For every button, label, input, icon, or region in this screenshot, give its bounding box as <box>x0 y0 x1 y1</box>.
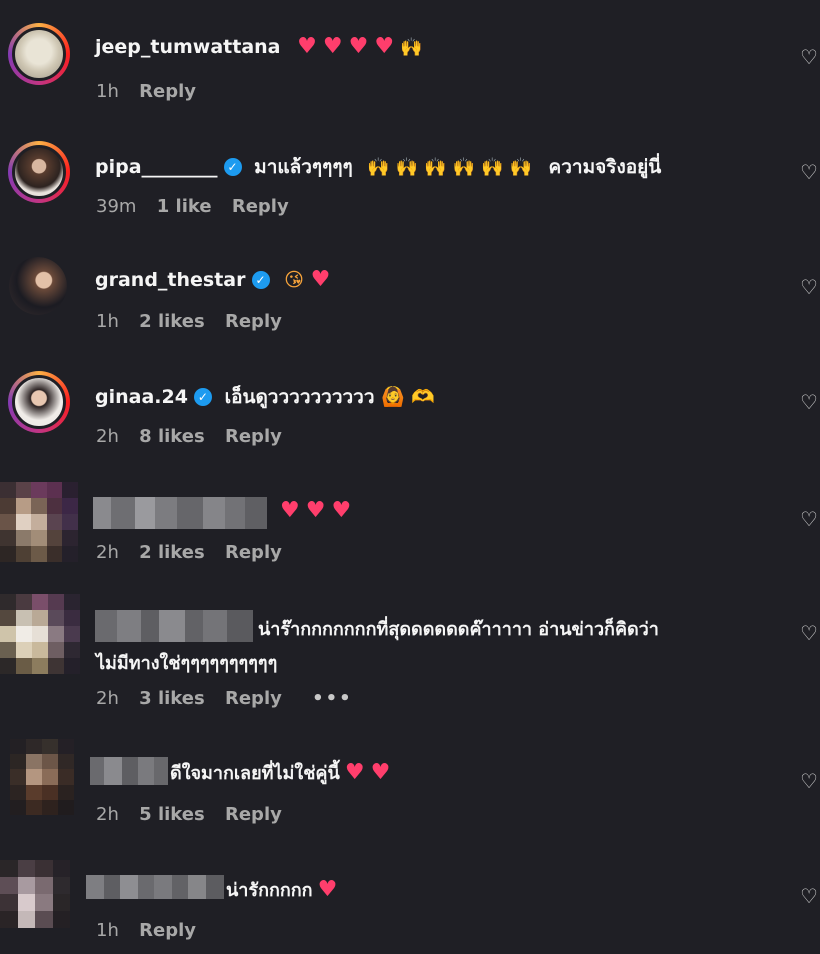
comment-text: ดีใจมากเลยที่ไม่ใช่คู่นี้ <box>170 763 340 784</box>
username[interactable]: ginaa.24 <box>95 386 188 408</box>
heart-outline-icon[interactable]: ♡ <box>798 45 820 69</box>
heart-outline-icon[interactable]: ♡ <box>798 275 820 299</box>
timestamp: 1h <box>96 920 119 941</box>
emoji-group: ♥ ♥ ♥ <box>280 498 357 523</box>
comment-text: มาแล้วๆๆๆๆ <box>254 156 353 178</box>
avatar[interactable] <box>0 482 78 562</box>
comment-meta: 2h 5 likes Reply <box>96 804 296 825</box>
raising-hands-emoji: 🙌 <box>452 157 476 178</box>
username[interactable]: grand_thestar <box>95 269 246 291</box>
verified-badge-icon: ✓ <box>223 158 242 176</box>
timestamp: 2h <box>96 804 119 825</box>
heart-emoji: ♥ <box>280 498 300 523</box>
comment-item: ♥ ♥ ♥ 2h 2 likes Reply ♡ <box>0 460 820 580</box>
comment-meta: 1h Reply <box>96 81 210 102</box>
timestamp: 2h <box>96 688 119 709</box>
avatar[interactable] <box>0 594 80 674</box>
comment-meta: 1h 2 likes Reply <box>96 311 296 332</box>
likes-count[interactable]: 3 likes <box>139 688 205 709</box>
username[interactable]: pipa________ <box>95 156 218 178</box>
heart-outline-icon[interactable]: ♡ <box>798 507 820 531</box>
reply-button[interactable]: Reply <box>225 311 282 332</box>
raising-hands-emoji: 🙌 <box>509 157 532 178</box>
timestamp: 1h <box>96 311 119 332</box>
reply-button[interactable]: Reply <box>225 688 282 709</box>
likes-count[interactable]: 8 likes <box>139 426 205 447</box>
kissing-face-emoji: 😘 <box>284 269 304 291</box>
heart-emoji: ♥ <box>348 34 369 59</box>
comment-text: น่ารักกกกก <box>226 880 313 901</box>
heart-outline-icon[interactable]: ♡ <box>798 621 820 645</box>
reply-button[interactable]: Reply <box>232 196 289 217</box>
avatar[interactable] <box>10 739 74 815</box>
comment-meta: 39m 1 like Reply <box>96 196 303 217</box>
comment-meta: 1h Reply <box>96 920 210 941</box>
heart-emoji: ♥ <box>331 498 352 523</box>
heart-emoji: ♥ <box>297 34 317 59</box>
heart-emoji: ♥ <box>305 498 326 523</box>
heart-outline-icon[interactable]: ♡ <box>798 884 820 908</box>
raising-hands-emoji: 🙌 <box>395 157 419 178</box>
comment-text: น่าร๊ากกกกกกกที่สุดดดดดดค๊าาาาา อ่านข่าว… <box>258 619 659 640</box>
comment-text-line2: ไม่มีทางใช่ๆๆๆๆๆๆๆๆๆๆ <box>96 653 278 674</box>
avatar[interactable] <box>8 23 70 85</box>
avatar[interactable] <box>9 257 67 315</box>
timestamp: 1h <box>96 81 119 102</box>
avatar[interactable] <box>8 141 70 203</box>
comment-item: ดีใจมากเลยที่ไม่ใช่คู่นี้ ♥ ♥ 2h 5 likes … <box>0 725 820 840</box>
avatar[interactable] <box>8 371 70 433</box>
heart-outline-icon[interactable]: ♡ <box>798 160 820 184</box>
raising-hands-emoji: 🙌 <box>367 157 390 178</box>
reply-button[interactable]: Reply <box>225 804 282 825</box>
avatar[interactable] <box>0 860 70 928</box>
likes-count[interactable]: 2 likes <box>139 311 205 332</box>
reply-button[interactable]: Reply <box>225 426 282 447</box>
raising-hands-emoji: 🙌 <box>400 37 423 58</box>
reply-button[interactable]: Reply <box>139 81 196 102</box>
comment-text: ความจริงอยู่นี่ <box>548 156 662 178</box>
comment-item: น่าร๊ากกกกกกกที่สุดดดดดดค๊าาาาา อ่านข่าว… <box>0 580 820 725</box>
more-options-icon[interactable]: ••• <box>312 688 353 709</box>
raising-hands-emoji: 🙌 <box>424 157 447 178</box>
pixelated-username[interactable] <box>90 757 168 785</box>
timestamp: 39m <box>96 196 137 217</box>
heart-outline-icon[interactable]: ♡ <box>798 390 820 414</box>
pixelated-username[interactable] <box>95 610 253 642</box>
comment-item: jeep_tumwattana ♥ ♥ ♥ ♥ 🙌 1h Reply ♡ <box>0 0 820 115</box>
raising-hands-emoji: 🙌 <box>481 157 504 178</box>
reply-button[interactable]: Reply <box>139 920 196 941</box>
comment-text: เอ็นดูวววววววววว <box>224 386 375 408</box>
pixelated-username[interactable] <box>86 875 224 899</box>
pixelated-username[interactable] <box>93 497 267 529</box>
reply-button[interactable]: Reply <box>225 542 282 563</box>
heart-outline-icon[interactable]: ♡ <box>798 769 820 793</box>
heart-emoji: ♥ <box>322 34 343 59</box>
heart-emoji: ♥ <box>374 34 395 59</box>
likes-count[interactable]: 2 likes <box>139 542 205 563</box>
heart-emoji: ♥ <box>317 877 338 902</box>
likes-count[interactable]: 1 like <box>157 196 212 217</box>
comment-item: น่ารักกกกก ♥ 1h Reply ♡ <box>0 840 820 954</box>
heart-emoji: ♥ <box>310 267 331 292</box>
person-gesturing-ok-emoji: 🙆 <box>381 386 405 408</box>
heart-hands-emoji: 🫶 <box>411 386 436 408</box>
verified-badge-icon: ✓ <box>193 388 212 406</box>
username[interactable]: jeep_tumwattana <box>95 36 281 58</box>
verified-badge-icon: ✓ <box>251 271 270 289</box>
likes-count[interactable]: 5 likes <box>139 804 205 825</box>
comment-meta: 2h 2 likes Reply <box>96 542 296 563</box>
timestamp: 2h <box>96 426 119 447</box>
comment-meta: 2h 8 likes Reply <box>96 426 296 447</box>
comment-item: pipa________ ✓ มาแล้วๆๆๆๆ 🙌 🙌 🙌 🙌 🙌 🙌 ความจริง… <box>0 115 820 230</box>
comment-item: ginaa.24 ✓ เอ็นดูวววววววววว 🙆 🫶 2h 8 like… <box>0 345 820 460</box>
comment-item: grand_thestar ✓ 😘 ♥ 1h 2 likes Reply ♡ <box>0 230 820 345</box>
heart-emoji: ♥ <box>344 760 365 785</box>
timestamp: 2h <box>96 542 119 563</box>
comment-meta: 2h 3 likes Reply ••• <box>96 688 367 709</box>
heart-emoji: ♥ <box>370 760 391 785</box>
